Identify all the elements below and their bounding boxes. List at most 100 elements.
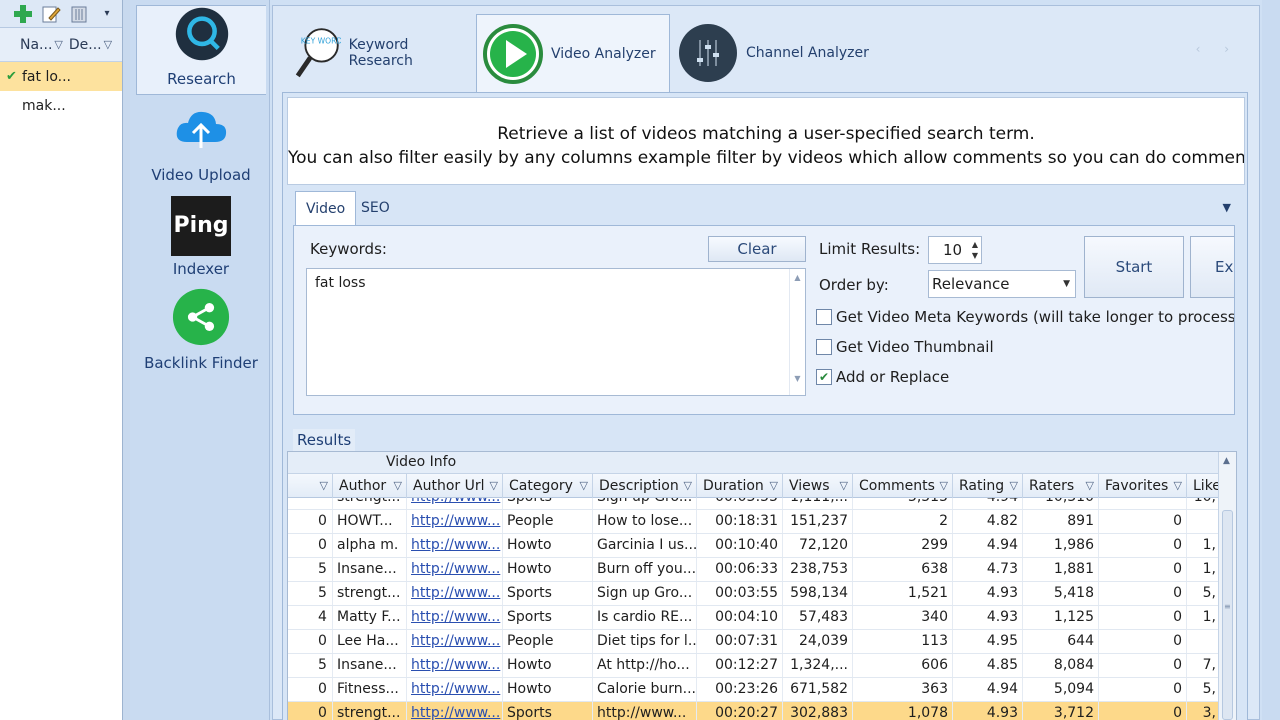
cell-url[interactable]: http://www...: [406, 510, 502, 533]
checkbox-box[interactable]: [816, 339, 832, 355]
table-row[interactable]: 5 Insane... http://www... Howto At http://ho…: [288, 654, 1220, 678]
cell-favorites: 0: [1098, 582, 1186, 605]
table-row[interactable]: 4 Matty F... http://www... Sports Is cardio …: [288, 606, 1220, 630]
checkbox-label: Get Video Meta Keywords (will take longe…: [836, 308, 1235, 326]
table-row[interactable]: strengt...http://www...SportsSign up Gro…: [288, 498, 1220, 510]
filter-icon[interactable]: ▽: [1174, 474, 1182, 498]
order-by-select[interactable]: Relevance ▼: [928, 270, 1076, 298]
grid-scrollbar[interactable]: ▲ ≡: [1218, 452, 1236, 720]
filter-icon[interactable]: ▽: [490, 474, 498, 498]
filter-icon[interactable]: ▽: [580, 474, 588, 498]
cell-url[interactable]: http://www...: [406, 678, 502, 701]
column-header-flag[interactable]: ▽: [288, 474, 332, 498]
tab-scroll-arrows[interactable]: ‹ ›: [1196, 42, 1239, 56]
filter-icon[interactable]: ▽: [54, 38, 62, 51]
clear-button[interactable]: Clear: [708, 236, 806, 262]
cell-url[interactable]: http://www...: [406, 630, 502, 653]
filter-icon[interactable]: ▽: [770, 474, 778, 498]
video-search-form: Keywords: Clear fat loss ▲ ▼ Limit Result…: [293, 225, 1235, 415]
spin-icon[interactable]: ▲ ▼: [972, 239, 978, 261]
export-button[interactable]: Ex: [1190, 236, 1234, 298]
filter-icon[interactable]: ▽: [840, 474, 848, 498]
nav-indexer[interactable]: Ping Indexer: [136, 194, 266, 284]
cell-raters: 10,310: [1022, 498, 1098, 509]
column-header-raters[interactable]: Raters ▽: [1022, 474, 1098, 498]
cell-url[interactable]: http://www...: [406, 498, 502, 509]
order-by-label: Order by:: [819, 276, 889, 294]
column-header-views[interactable]: Views ▽: [782, 474, 852, 498]
panel-splitter[interactable]: [123, 0, 130, 720]
table-row[interactable]: 0 Lee Ha... http://www... People Diet tips f…: [288, 630, 1220, 654]
column-header-author[interactable]: Author ▽: [332, 474, 406, 498]
column-header-author-url[interactable]: Author Url ▽: [406, 474, 502, 498]
cell-views: 151,237: [782, 510, 852, 533]
tab-video[interactable]: Video: [295, 191, 357, 225]
project-row[interactable]: mak...: [0, 91, 122, 120]
tab-video-analyzer[interactable]: Video Analyzer: [476, 14, 670, 92]
delete-icon[interactable]: [68, 4, 90, 24]
cell-duration: 00:18:31: [696, 510, 782, 533]
cell-url[interactable]: http://www...: [406, 654, 502, 677]
keywords-scrollbar[interactable]: ▲ ▼: [789, 269, 805, 395]
table-row[interactable]: 0 Fitness... http://www... Howto Calorie bur…: [288, 678, 1220, 702]
cell-url[interactable]: http://www...: [406, 606, 502, 629]
add-icon[interactable]: [12, 4, 34, 24]
start-button[interactable]: Start: [1084, 236, 1184, 298]
column-header-description[interactable]: Description ▽: [592, 474, 696, 498]
column-header-category[interactable]: Category ▽: [502, 474, 592, 498]
column-header-likes[interactable]: Like: [1186, 474, 1220, 498]
filter-icon[interactable]: ▽: [1010, 474, 1018, 498]
cell-duration: 00:23:26: [696, 678, 782, 701]
cell-comments: 2: [852, 510, 952, 533]
cell-duration: 00:03:55: [696, 498, 782, 509]
project-name: fat lo...: [22, 68, 72, 85]
tab-seo-analysis[interactable]: SEO Analysis: [351, 191, 429, 250]
tab-keyword-research[interactable]: KEY WORD Keyword Research: [293, 14, 471, 92]
column-header-duration[interactable]: Duration ▽: [696, 474, 782, 498]
cell-favorites: 0: [1098, 702, 1186, 720]
keywords-input[interactable]: fat loss ▲ ▼: [306, 268, 806, 396]
filter-icon[interactable]: ▽: [684, 474, 692, 498]
cell-url[interactable]: http://www...: [406, 534, 502, 557]
cell-url[interactable]: http://www...: [406, 582, 502, 605]
checkbox-box[interactable]: [816, 309, 832, 325]
table-row[interactable]: 5 Insane... http://www... Howto Burn off you…: [288, 558, 1220, 582]
scroll-up-icon[interactable]: ▲: [1223, 456, 1230, 466]
meta-keywords-checkbox[interactable]: Get Video Meta Keywords (will take longe…: [816, 308, 1235, 326]
more-icon[interactable]: ▾: [96, 4, 118, 24]
filter-icon[interactable]: ▽: [1086, 474, 1094, 498]
table-row[interactable]: 0 strengt... http://www... Sports http://www…: [288, 702, 1220, 720]
tab-channel-analyzer[interactable]: Channel Analyzer: [678, 14, 878, 92]
filter-icon[interactable]: ▽: [394, 474, 402, 498]
nav-backlink-finder[interactable]: Backlink Finder: [136, 288, 266, 378]
column-description[interactable]: De... ▽: [63, 37, 112, 53]
checkbox-box[interactable]: ✔: [816, 369, 832, 385]
filter-icon[interactable]: ▽: [320, 474, 328, 498]
cell-desc: Sign up Gro...: [592, 582, 696, 605]
column-header-rating[interactable]: Rating ▽: [952, 474, 1022, 498]
collapse-icon[interactable]: ▼: [1223, 201, 1231, 214]
thumbnail-checkbox[interactable]: Get Video Thumbnail: [816, 338, 994, 356]
table-row[interactable]: 5 strengt... http://www... Sports Sign up Gr…: [288, 582, 1220, 606]
column-header-comments[interactable]: Comments ▽: [852, 474, 952, 498]
nav-research[interactable]: Research: [136, 5, 266, 95]
filter-icon[interactable]: ▽: [940, 474, 948, 498]
scroll-thumb[interactable]: [1222, 510, 1233, 720]
project-row[interactable]: ✔ fat lo...: [0, 62, 122, 91]
cell-rating: 4.94: [952, 534, 1022, 557]
table-row[interactable]: 0 alpha m. http://www... Howto Garcinia I us…: [288, 534, 1220, 558]
cell-category: Howto: [502, 534, 592, 557]
column-label: Like: [1193, 478, 1220, 494]
column-name[interactable]: Na... ▽: [0, 37, 63, 53]
table-row[interactable]: 0 HOWT... http://www... People How to lose..…: [288, 510, 1220, 534]
limit-results-stepper[interactable]: 10 ▲ ▼: [928, 236, 982, 264]
cell-url[interactable]: http://www...: [406, 702, 502, 720]
add-or-replace-checkbox[interactable]: ✔ Add or Replace: [816, 368, 949, 386]
edit-icon[interactable]: [40, 4, 62, 24]
column-header-favorites[interactable]: Favorites ▽: [1098, 474, 1186, 498]
filter-icon[interactable]: ▽: [104, 38, 112, 51]
cell-desc: Garcinia I us...: [592, 534, 696, 557]
cell-favorites: 0: [1098, 534, 1186, 557]
nav-video-upload[interactable]: Video Upload: [136, 100, 266, 190]
cell-url[interactable]: http://www...: [406, 558, 502, 581]
